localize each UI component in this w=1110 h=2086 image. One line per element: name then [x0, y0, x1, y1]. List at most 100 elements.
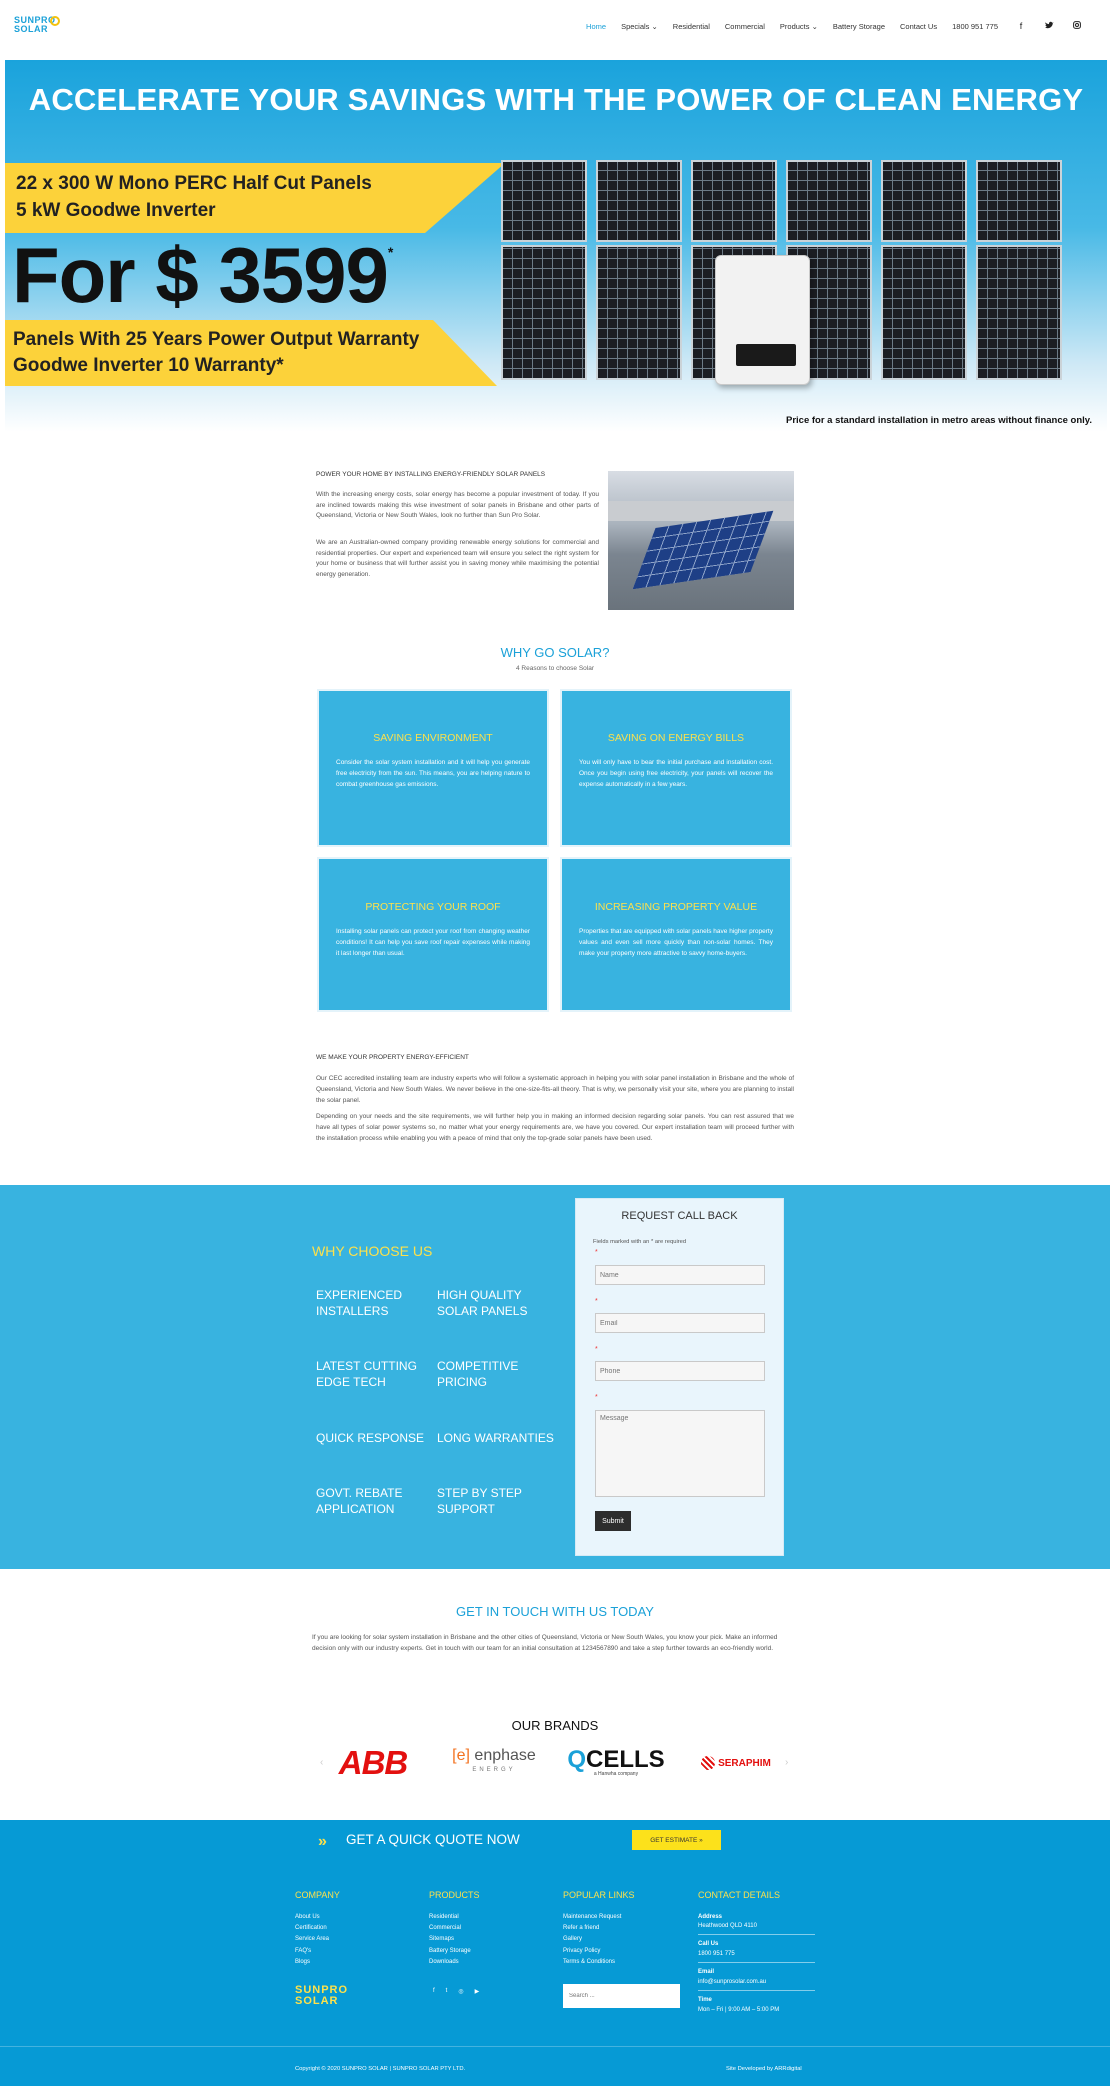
card-property-value: INCREASING PROPERTY VALUE Properties tha…: [560, 857, 792, 1012]
footer-link-service-area[interactable]: Service Area: [295, 1936, 329, 1942]
enphase-mark: [e]: [452, 1747, 470, 1764]
nav-battery-storage[interactable]: Battery Storage: [833, 22, 885, 31]
footer-divider: [0, 2046, 1110, 2047]
nav-specials[interactable]: Specials ⌄: [621, 22, 658, 31]
required-mark: *: [595, 1394, 598, 1401]
seraphim-icon: [701, 1756, 716, 1770]
footer-link-commercial[interactable]: Commercial: [429, 1925, 461, 1931]
phone-input[interactable]: [595, 1361, 765, 1381]
site-header: SUNPRO SOLAR Home Specials ⌄ Residential…: [0, 0, 1110, 56]
enphase-wordmark: [e] enphase: [452, 1747, 536, 1764]
name-input[interactable]: [595, 1265, 765, 1285]
enphase-sub: ENERGY: [472, 1767, 516, 1773]
solar-panel: [596, 160, 682, 242]
nav-residential[interactable]: Residential: [673, 22, 710, 31]
card-saving-environment: SAVING ENVIRONMENT Consider the solar sy…: [317, 689, 549, 847]
card-title: PROTECTING YOUR ROOF: [365, 901, 501, 913]
required-mark: *: [595, 1249, 598, 1256]
email-label: Email: [698, 1969, 715, 1975]
divider: [698, 1962, 815, 1963]
required-mark: *: [595, 1346, 598, 1353]
feature-line: SUPPORT: [437, 1502, 495, 1516]
nav-home[interactable]: Home: [586, 22, 606, 31]
instagram-icon[interactable]: [1072, 21, 1082, 31]
footer-link-blogs[interactable]: Blogs: [295, 1959, 310, 1965]
address-label: Address: [698, 1914, 723, 1920]
solar-panel: [501, 160, 587, 242]
feature-line: QUICK RESPONSE: [316, 1431, 425, 1445]
youtube-icon[interactable]: ▶: [475, 1988, 480, 1995]
warranty-inverter: Goodwe Inverter 10 Warranty*: [13, 355, 284, 376]
intro-heading: POWER YOUR HOME BY INSTALLING ENERGY-FRI…: [316, 471, 546, 478]
divider: [698, 1990, 815, 1991]
feature-line: EDGE TECH: [316, 1375, 386, 1389]
instagram-icon[interactable]: ◎: [458, 1988, 463, 1995]
get-estimate-button[interactable]: GET ESTIMATE »: [632, 1830, 721, 1850]
card-body: Consider the solar system installation a…: [336, 759, 530, 788]
footer-link-terms[interactable]: Terms & Conditions: [563, 1959, 615, 1965]
message-input[interactable]: [595, 1410, 765, 1497]
footer-link-certification[interactable]: Certification: [295, 1925, 327, 1931]
double-chevron-icon: »: [318, 1833, 327, 1850]
nav-commercial[interactable]: Commercial: [725, 22, 765, 31]
feature-line: INSTALLERS: [316, 1304, 389, 1318]
footer-link-sitemaps[interactable]: Sitemaps: [429, 1936, 454, 1942]
footer-logo[interactable]: SUNPRO SOLAR: [295, 1985, 348, 2007]
facebook-icon[interactable]: f: [433, 1988, 435, 1995]
qcells-q: Q: [567, 1746, 586, 1773]
email-input[interactable]: [595, 1313, 765, 1333]
qcells-logo[interactable]: QCELLS a Hanwha company: [567, 1745, 664, 1781]
enphase-name: enphase: [474, 1747, 536, 1764]
brands-next-arrow[interactable]: ›: [785, 1757, 788, 1768]
feature-line: GOVT. REBATE: [316, 1486, 403, 1500]
contact-heading: CONTACT DETAILS: [698, 1890, 781, 1900]
company-heading: COMPANY: [295, 1890, 340, 1900]
inverter-screen: [736, 344, 796, 366]
feature-item: GOVT. REBATE APPLICATION: [316, 1485, 402, 1517]
address-value: Heathwood QLD 4110: [698, 1923, 757, 1929]
footer-link-faqs[interactable]: FAQ's: [295, 1948, 311, 1954]
submit-button[interactable]: Submit: [595, 1511, 631, 1531]
card-body: Installing solar panels can protect your…: [336, 928, 530, 957]
why-solar-subtitle: 4 Reasons to choose Solar: [515, 665, 595, 672]
brands-prev-arrow[interactable]: ‹: [320, 1757, 323, 1768]
solar-panel: [881, 160, 967, 242]
footer-link-residential[interactable]: Residential: [429, 1914, 459, 1920]
footer-link-refer[interactable]: Refer a friend: [563, 1925, 599, 1931]
hero-banner[interactable]: ACCELERATE YOUR SAVINGS WITH THE POWER O…: [5, 60, 1107, 432]
footer-link-about[interactable]: About Us: [295, 1914, 320, 1920]
footer-link-gallery[interactable]: Gallery: [563, 1936, 582, 1942]
qcells-wordmark: QCELLS: [567, 1746, 664, 1773]
copyright: Copyright © 2020 SUNPRO SOLAR | SUNPRO S…: [295, 2066, 466, 2072]
efficient-paragraph: Our CEC accredited installing team are i…: [316, 1075, 794, 1104]
nav-products[interactable]: Products ⌄: [780, 22, 818, 31]
enphase-logo[interactable]: [e] enphase ENERGY: [449, 1745, 539, 1781]
developer-credit[interactable]: Site Developed by ARRdigital: [726, 2066, 802, 2072]
logo[interactable]: SUNPRO SOLAR: [14, 16, 60, 38]
why-choose-title: WHY CHOOSE US: [312, 1243, 433, 1259]
roof-solar-photo: [608, 471, 794, 610]
twitter-icon[interactable]: [1044, 21, 1054, 31]
feature-item: COMPETITIVE PRICING: [437, 1358, 518, 1390]
nav-phone[interactable]: 1800 951 775: [952, 22, 998, 31]
twitter-icon[interactable]: t: [446, 1988, 448, 1995]
footer-link-maintenance[interactable]: Maintenance Request: [563, 1914, 621, 1920]
feature-line: EXPERIENCED: [316, 1288, 403, 1302]
seraphim-logo[interactable]: SERAPHIM: [691, 1745, 781, 1781]
nav-contact-us[interactable]: Contact Us: [900, 22, 937, 31]
footer-link-battery[interactable]: Battery Storage: [429, 1948, 471, 1954]
card-title: SAVING ON ENERGY BILLS: [607, 732, 745, 744]
get-in-touch-title: GET IN TOUCH WITH US TODAY: [456, 1604, 654, 1619]
intro-paragraph: We are an Australian-owned company provi…: [316, 539, 599, 578]
solar-panel: [976, 245, 1062, 380]
card-body: You will only have to bear the initial p…: [579, 759, 773, 788]
footer-link-privacy[interactable]: Privacy Policy: [563, 1948, 600, 1954]
abb-logo[interactable]: ABB: [329, 1744, 417, 1781]
footer-link-downloads[interactable]: Downloads: [429, 1959, 459, 1965]
facebook-icon[interactable]: f: [1016, 21, 1026, 31]
feature-item: LONG WARRANTIES: [437, 1430, 554, 1446]
footer-search-input[interactable]: [563, 1984, 680, 2008]
email-value[interactable]: info@sunprosolar.com.au: [698, 1979, 766, 1985]
phone-value[interactable]: 1800 951 775: [698, 1951, 735, 1957]
card-title: SAVING ENVIRONMENT: [373, 732, 493, 744]
